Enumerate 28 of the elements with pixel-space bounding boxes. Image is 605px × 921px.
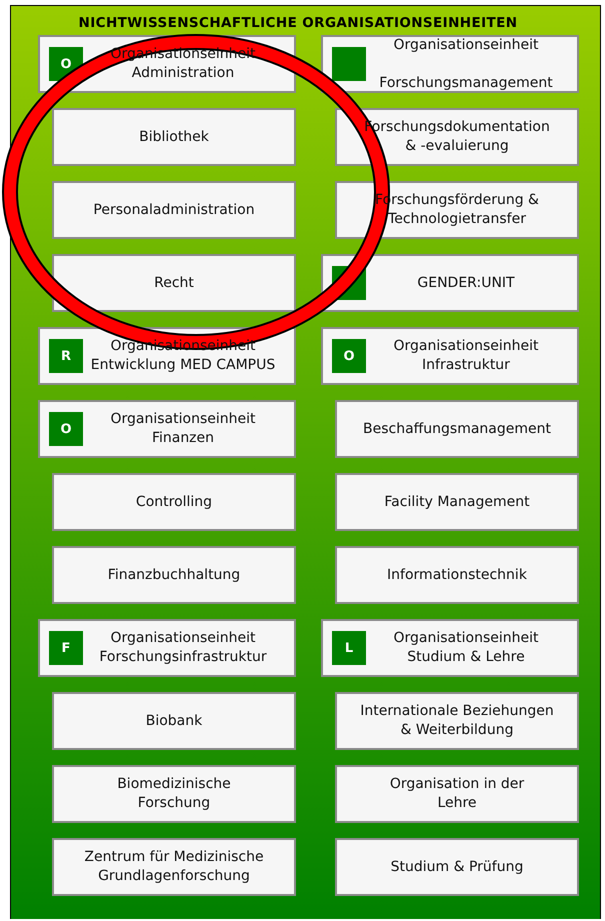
unit-name: Organisationseinheit Infrastruktur [394, 337, 538, 375]
unit-name: Organisationseinheit Forschungsinfrastruktur [99, 629, 267, 667]
unit-name: Biomedizinische Forschung [117, 775, 231, 813]
unit-name: Recht [154, 274, 194, 292]
unit-name: Organisationseinheit Forschungsmanagement [379, 36, 553, 92]
unit-badge: O [49, 412, 83, 446]
unit-name: Beschaffungsmanagement [362, 420, 551, 438]
unit-name: GENDER:UNIT [417, 274, 515, 292]
unit-name: Organisation in der Lehre [390, 775, 524, 813]
unit-name: Informationstechnik [387, 566, 527, 584]
unit-badge: O [332, 339, 366, 373]
unit-name: Internationale Beziehungen & Weiterbildung [360, 702, 554, 740]
unit-name: Organisationseinheit Finanzen [110, 410, 256, 448]
unit-badge: L [332, 631, 366, 665]
unit-name: Studium & Prüfung [390, 858, 524, 876]
unit-name: Organisationseinheit Entwicklung MED CAMPUS [90, 337, 276, 375]
unit-name: Controlling [136, 492, 212, 512]
unit-badge: F [49, 631, 83, 665]
unit-name: Facility Management [384, 492, 530, 512]
unit-name: Personaladministration [93, 200, 255, 220]
unit-name: Bibliothek [139, 128, 209, 146]
unit-name: Biobank [146, 712, 202, 730]
unit-badge: R [49, 339, 83, 373]
chart-title: NICHTWISSENSCHAFTLICHE ORGANISATIONSEINHEITEN [78, 14, 518, 33]
unit-badge [332, 47, 366, 81]
unit-name: Finanzbuchhaltung [108, 566, 240, 584]
unit-name: Zentrum für Medizinische Grundlagenforschung [84, 848, 264, 886]
unit-name: Organisationseinheit Studium & Lehre [394, 629, 538, 667]
